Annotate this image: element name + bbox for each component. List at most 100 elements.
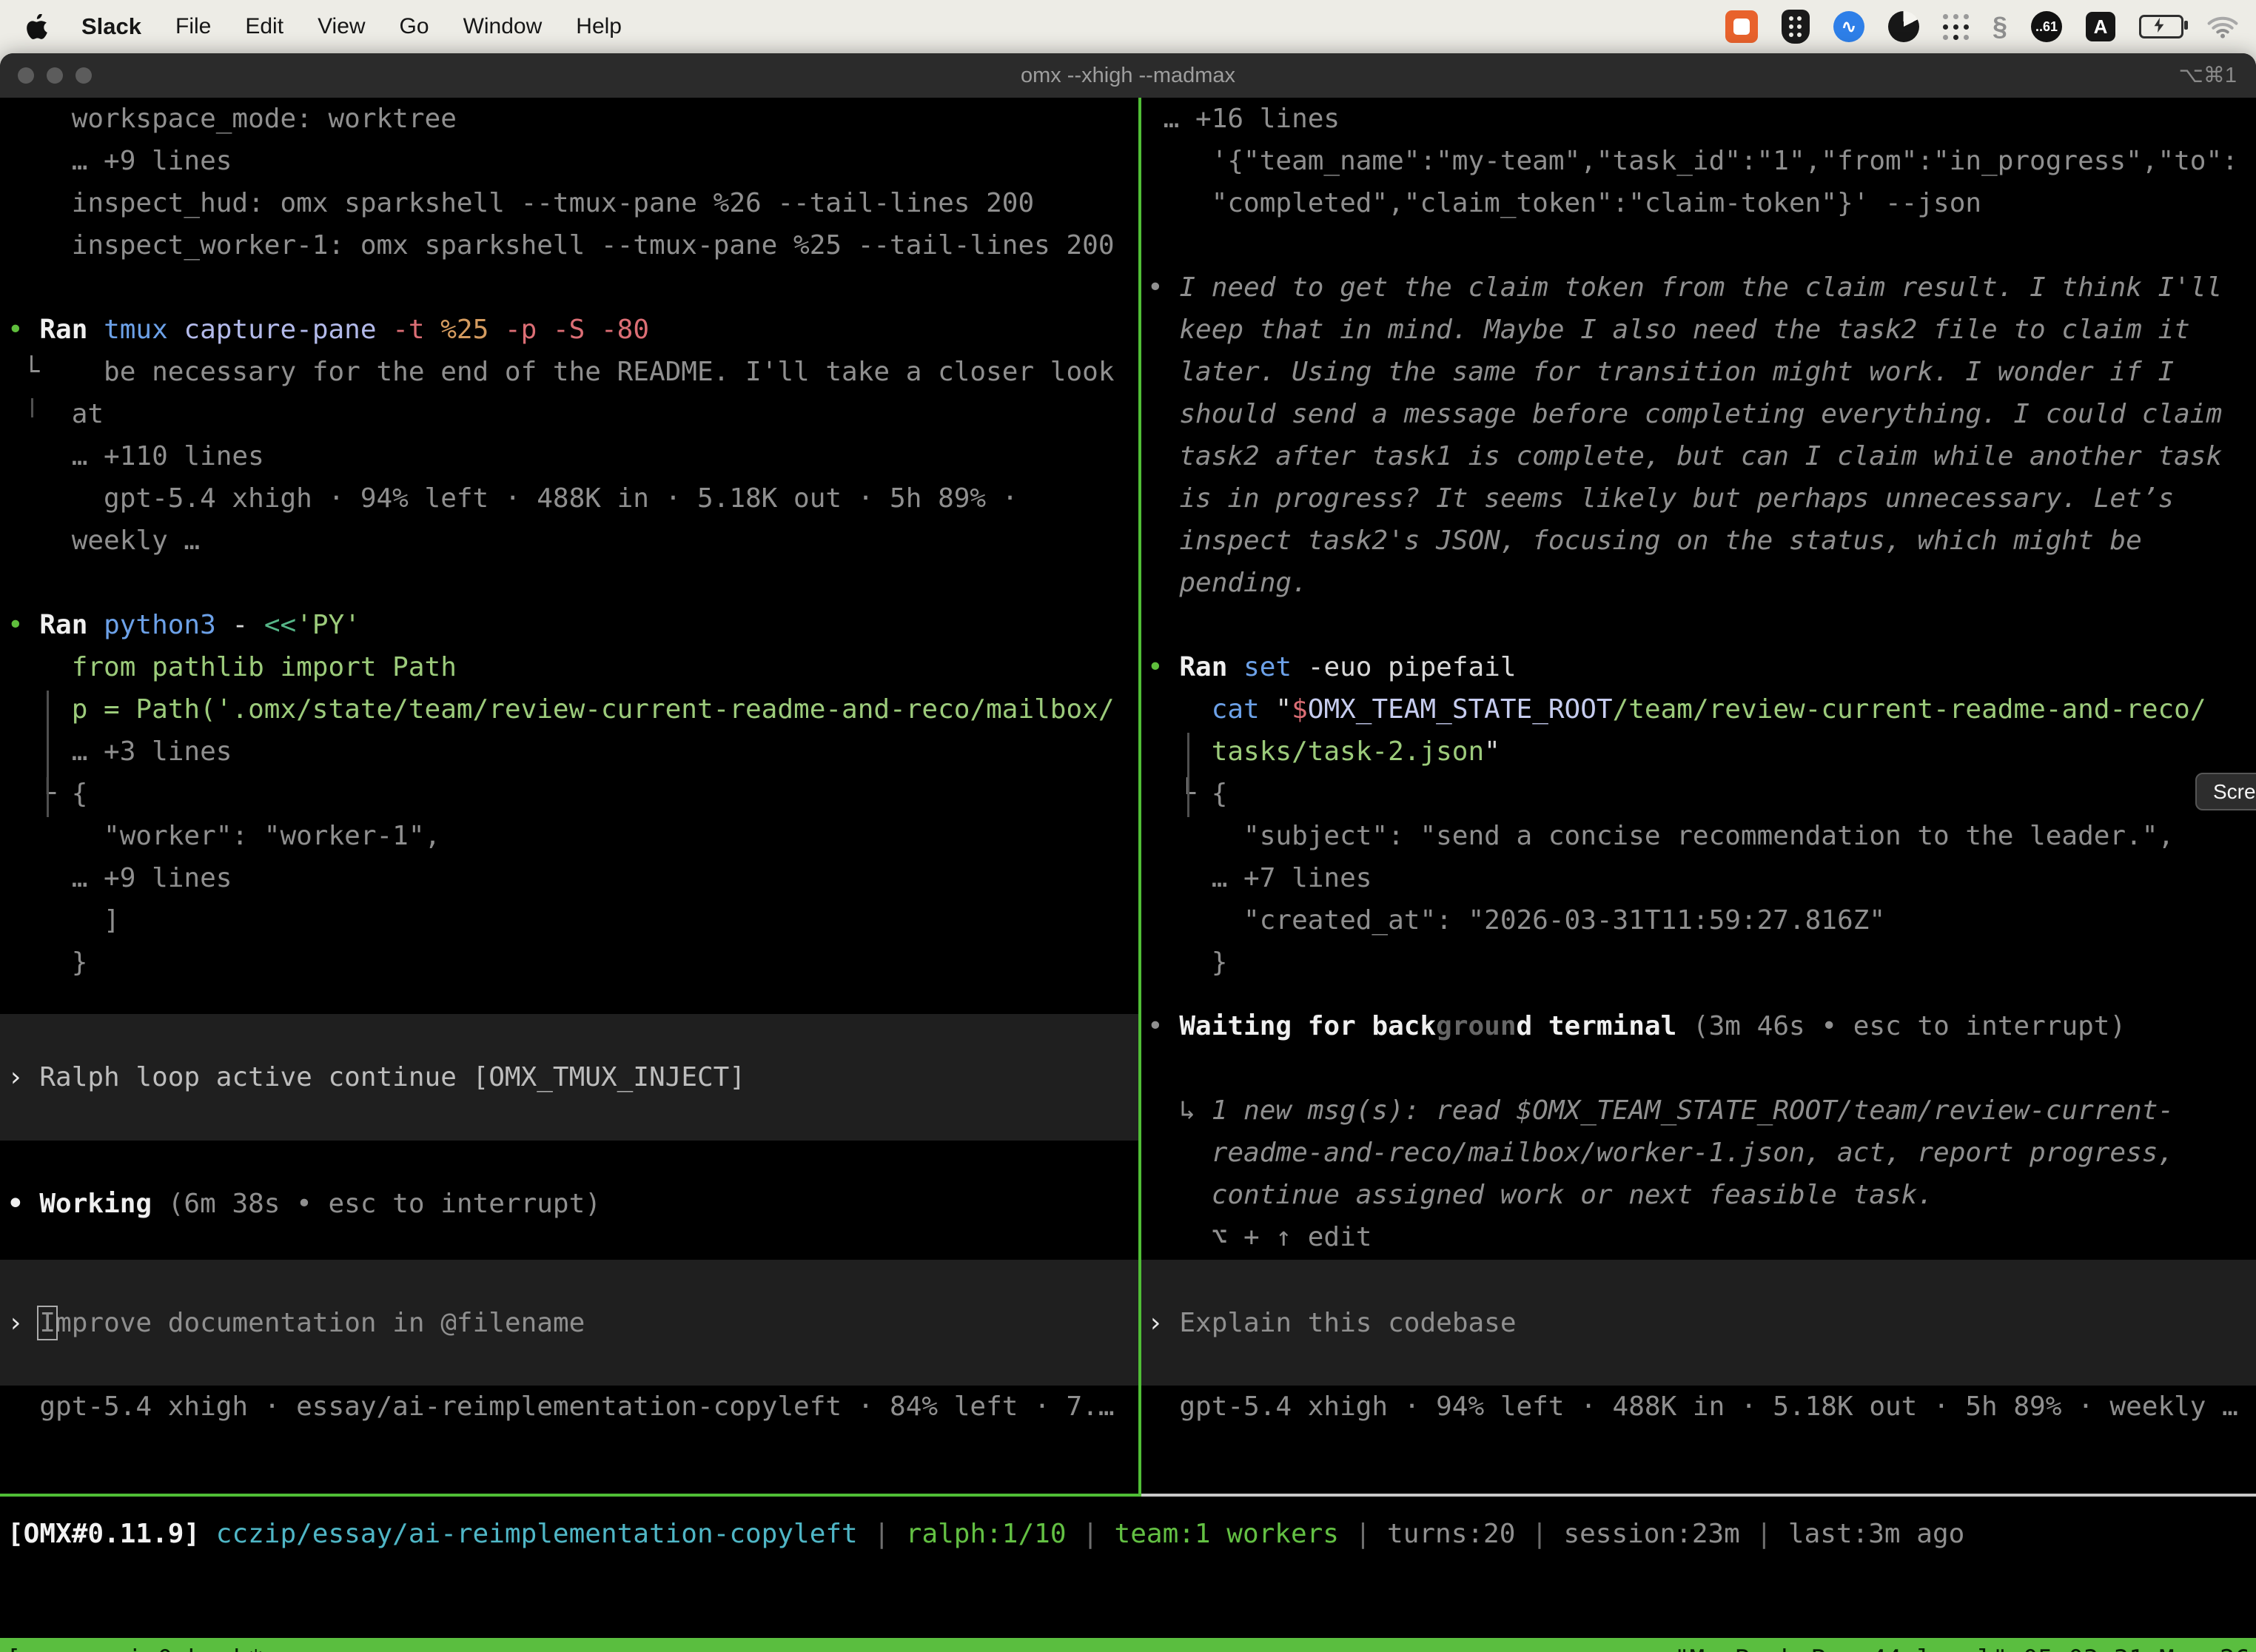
terminal-line: … +9 lines bbox=[0, 857, 1138, 899]
terminal-line: … +16 lines bbox=[1141, 98, 2256, 140]
timer-badge-icon[interactable]: ..61 bbox=[2031, 11, 2062, 42]
ralph-prompt-band[interactable]: › Ralph loop active continue [OMX_TMUX_I… bbox=[0, 1014, 1138, 1141]
omx-statusline: [OMX#0.11.9] cczip/essay/ai-reimplementa… bbox=[0, 1513, 2256, 1555]
thinking-text: I need to get the claim token from the c… bbox=[1164, 272, 2222, 303]
input-line: › Improve documentation in @filename bbox=[0, 1302, 1138, 1344]
terminal-line: } bbox=[0, 941, 1138, 984]
cmd-token: -t bbox=[377, 315, 425, 345]
battery-icon[interactable] bbox=[2139, 15, 2183, 38]
cmd-token: set bbox=[1227, 652, 1292, 682]
terminal-line-ran-python: • Ran python3 - <<'PY' bbox=[0, 604, 1138, 646]
terminal-line: "completed","claim_token":"claim-token"}… bbox=[1141, 182, 2256, 224]
menu-app-name[interactable]: Slack bbox=[81, 13, 141, 40]
env-var: OMX_TEAM_STATE_ROOT bbox=[1308, 694, 1613, 725]
apple-menu-icon[interactable] bbox=[27, 14, 47, 39]
terminal-line bbox=[0, 266, 1138, 309]
omx-last: last:3m ago bbox=[1788, 1519, 1964, 1549]
terminal-line: … +3 lines bbox=[0, 731, 1138, 773]
omx-project: cczip/essay/ai-reimplementation-copyleft bbox=[200, 1519, 858, 1549]
terminal-line: "subject": "send a concise recommendatio… bbox=[1141, 815, 2256, 857]
ran-label: Ran bbox=[1164, 652, 1228, 682]
screen-record-icon[interactable] bbox=[1725, 10, 1758, 43]
menubar-status-icons: ∿ § ..61 A bbox=[1725, 10, 2256, 44]
terminal-line: └ be necessary for the end of the README… bbox=[0, 351, 1138, 393]
wifi-icon[interactable] bbox=[2207, 15, 2238, 38]
prompt-arrow-icon: › bbox=[7, 1308, 24, 1338]
path-token: tasks/task-2.json bbox=[1147, 736, 1484, 767]
terminal-line: … +9 lines bbox=[0, 140, 1138, 182]
menubar-left: Slack File Edit View Go Window Help bbox=[0, 13, 622, 40]
menu-item-edit[interactable]: Edit bbox=[245, 14, 283, 39]
spacer bbox=[1141, 984, 2256, 1005]
left-input-band[interactable]: › Improve documentation in @filename bbox=[0, 1260, 1138, 1386]
pie-circle-icon[interactable] bbox=[1888, 11, 1919, 42]
thinking-line: is in progress? It seems likely but perh… bbox=[1141, 477, 2256, 520]
input-source-icon[interactable]: A bbox=[2086, 12, 2115, 41]
separator: | bbox=[1515, 1519, 1563, 1549]
terminal-line: "created_at": "2026-03-31T11:59:27.816Z" bbox=[1141, 899, 2256, 941]
terminal-line: from pathlib import Path bbox=[0, 646, 1138, 688]
working-status: • Working (6m 38s • esc to interrupt) bbox=[0, 1183, 1138, 1225]
working-label: Working bbox=[24, 1189, 152, 1219]
terminal-line-cat: cat "$OMX_TEAM_STATE_ROOT/team/review-cu… bbox=[1141, 688, 2256, 731]
tree-guide bbox=[31, 398, 33, 417]
separator: | bbox=[858, 1519, 906, 1549]
menu-item-view[interactable]: View bbox=[318, 14, 365, 39]
tmux-host-time: "MacBook-Pro-44.local" 05:03 31-Mar-26 bbox=[1674, 1638, 2250, 1652]
pane-divider[interactable] bbox=[1138, 98, 1141, 1494]
menu-item-help[interactable]: Help bbox=[576, 14, 622, 39]
right-input-band[interactable]: › Explain this codebase bbox=[1141, 1260, 2256, 1386]
terminal-line bbox=[0, 562, 1138, 604]
waiting-detail: (3m 46s • esc to interrupt) bbox=[1676, 1011, 2126, 1041]
thinking-line: later. Using the same for transition mig… bbox=[1141, 351, 2256, 393]
window-shortcut: ⌥⌘1 bbox=[2178, 53, 2237, 98]
spacer bbox=[0, 1225, 1138, 1260]
waiting-label-shimmer: groun bbox=[1436, 1011, 1516, 1041]
waiting-label: Waiting for back bbox=[1164, 1011, 1436, 1041]
menu-item-file[interactable]: File bbox=[175, 14, 211, 39]
bullet-icon: • bbox=[7, 1189, 24, 1219]
left-statusline: gpt-5.4 xhigh · essay/ai-reimplementatio… bbox=[0, 1386, 1138, 1428]
tmux-statusbar: [omx-cczip0:bash* "MacBook-Pro-44.local"… bbox=[0, 1638, 2256, 1652]
terminal-line bbox=[1141, 1047, 2256, 1089]
titlebar[interactable]: omx --xhigh --madmax ⌥⌘1 bbox=[0, 53, 2256, 98]
thinking-line: keep that in mind. Maybe I also need the… bbox=[1141, 309, 2256, 351]
terminal-line-ran-tmux: • Ran tmux capture-pane -t %25 -p -S -80 bbox=[0, 309, 1138, 351]
terminal-line: └ { bbox=[1141, 773, 2256, 815]
left-pane[interactable]: workspace_mode: worktree … +9 lines insp… bbox=[0, 98, 1138, 1428]
tmux-session-label[interactable]: [omx-cczip0:bash* bbox=[6, 1638, 263, 1652]
thinking-line: pending. bbox=[1141, 562, 2256, 604]
input-line: › Explain this codebase bbox=[1141, 1302, 2256, 1344]
omx-ralph-count: ralph:1/10 bbox=[906, 1519, 1067, 1549]
thinking-line: • I need to get the claim token from the… bbox=[1141, 266, 2256, 309]
terminal-line: "worker": "worker-1", bbox=[0, 815, 1138, 857]
terminal-line bbox=[0, 1141, 1138, 1183]
menu-item-go[interactable]: Go bbox=[400, 14, 429, 39]
terminal-line: inspect_worker-1: omx sparkshell --tmux-… bbox=[0, 224, 1138, 266]
cmd-token: << bbox=[248, 610, 296, 640]
cmd-token: tmux bbox=[87, 315, 167, 345]
terminal-line: p = Path('.omx/state/team/review-current… bbox=[0, 688, 1138, 731]
screenshot-tooltip: Scre bbox=[2195, 773, 2256, 810]
terminal-line: at bbox=[0, 393, 1138, 435]
squiggle-icon[interactable]: § bbox=[1993, 11, 2007, 42]
cmd-token: python3 bbox=[87, 610, 215, 640]
cmd-token: - bbox=[216, 610, 248, 640]
right-pane[interactable]: … +16 lines '{"team_name":"my-team","tas… bbox=[1141, 98, 2256, 1428]
dots-grid-icon[interactable] bbox=[1943, 14, 1969, 40]
shield-grid-icon[interactable] bbox=[1782, 10, 1810, 44]
cmd-token: -p -S -80 bbox=[489, 315, 649, 345]
waiting-label: d terminal bbox=[1517, 1011, 1677, 1041]
separator: | bbox=[1740, 1519, 1788, 1549]
cmd-token: %25 bbox=[425, 315, 489, 345]
bullet-icon: • bbox=[1147, 652, 1164, 682]
window-title: omx --xhigh --madmax bbox=[0, 53, 2256, 98]
terminal-line: … +7 lines bbox=[1141, 857, 2256, 899]
ran-label: Ran bbox=[24, 610, 88, 640]
prompt-arrow-icon: › bbox=[7, 1062, 24, 1092]
cmd-token: $ bbox=[1292, 694, 1308, 725]
blue-badge-icon[interactable]: ∿ bbox=[1833, 11, 1864, 42]
terminal-window: omx --xhigh --madmax ⌥⌘1 workspace_mode:… bbox=[0, 53, 2256, 1652]
terminal-content: workspace_mode: worktree … +9 lines insp… bbox=[0, 98, 2256, 1652]
menu-item-window[interactable]: Window bbox=[463, 14, 543, 39]
